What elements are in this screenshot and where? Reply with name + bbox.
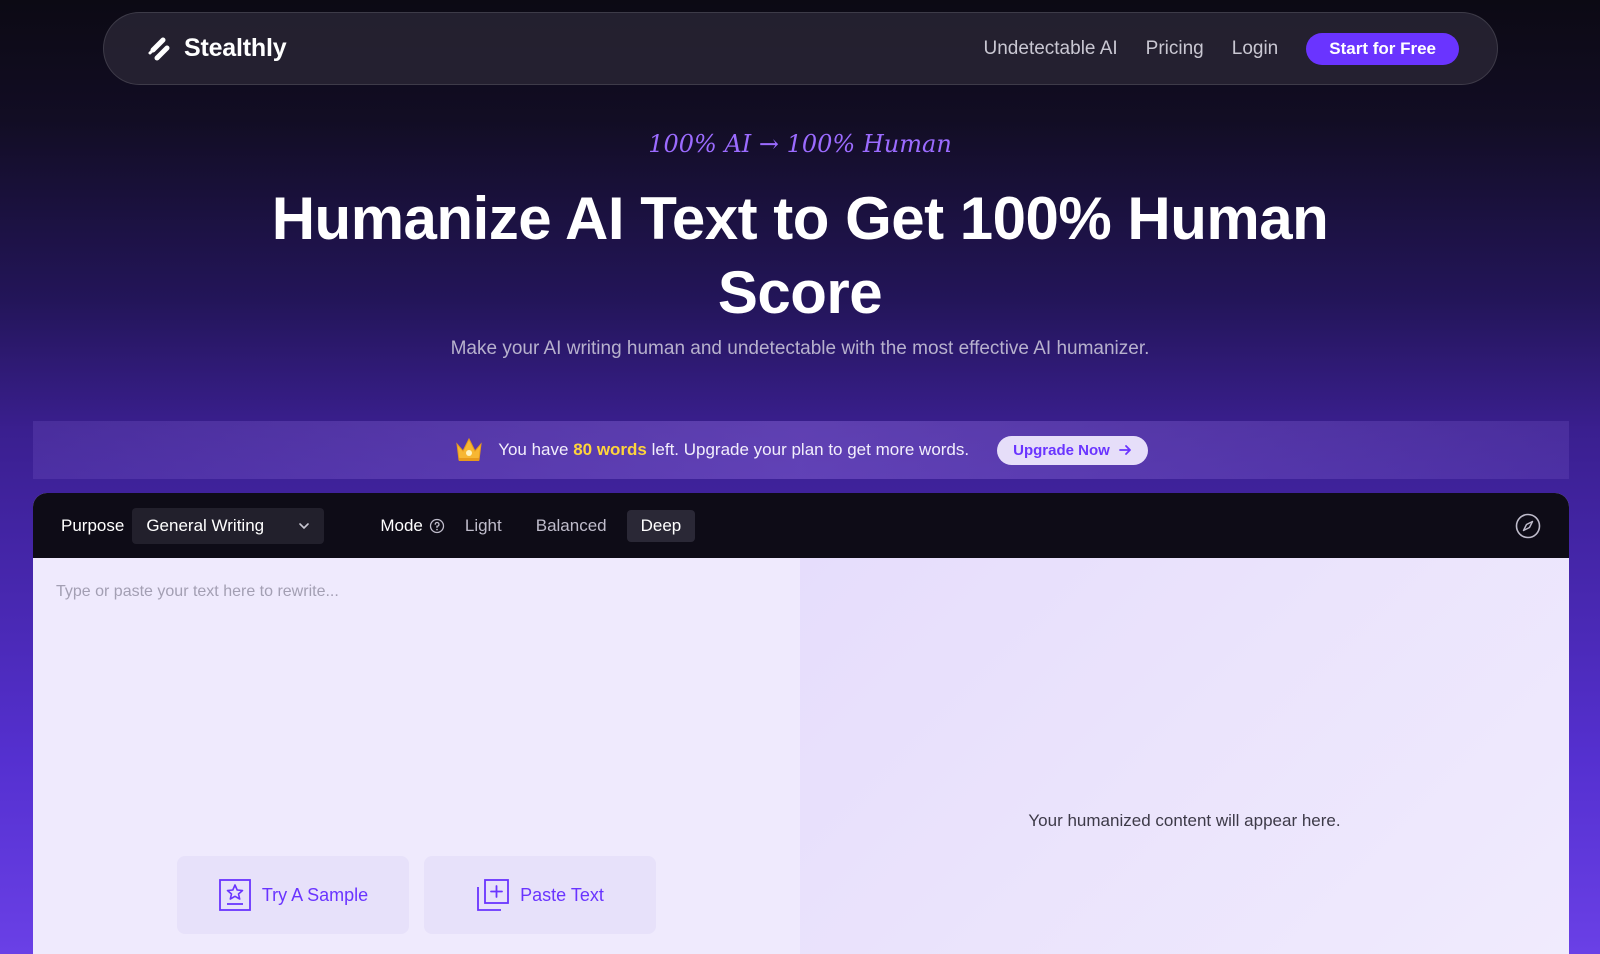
mode-label: Mode — [380, 515, 423, 535]
crown-icon — [456, 437, 482, 461]
hero-eyebrow: 100% AI → 100% Human — [648, 130, 952, 158]
upgrade-now-button[interactable]: Upgrade Now — [997, 435, 1148, 465]
start-for-free-button[interactable]: Start for Free — [1306, 32, 1459, 65]
paste-text-button[interactable]: Paste Text — [424, 856, 656, 934]
purpose-select[interactable]: General Writing — [132, 507, 325, 544]
top-navbar: Stealthly Undetectable AI Pricing Login … — [103, 12, 1498, 85]
arrow-right-icon — [1118, 445, 1131, 455]
input-pane[interactable]: Type or paste your text here to rewrite.… — [33, 558, 800, 954]
purpose-label: Purpose — [61, 515, 125, 535]
star-document-icon — [218, 879, 251, 911]
chevron-down-icon — [299, 522, 310, 529]
input-placeholder: Type or paste your text here to rewrite.… — [56, 583, 339, 600]
banner-text: You have 80 words left. Upgrade your pla… — [498, 440, 969, 460]
editor-panes: Type or paste your text here to rewrite.… — [33, 558, 1569, 954]
nav-link-undetectable-ai[interactable]: Undetectable AI — [984, 38, 1118, 60]
upgrade-now-label: Upgrade Now — [1013, 441, 1110, 459]
brand[interactable]: Stealthly — [144, 33, 287, 65]
nav-link-login[interactable]: Login — [1232, 38, 1279, 60]
purpose-value: General Writing — [146, 515, 265, 535]
try-a-sample-button[interactable]: Try A Sample — [177, 856, 409, 934]
banner-text-before: You have — [498, 440, 574, 459]
mode-balanced[interactable]: Balanced — [522, 510, 621, 542]
mode-deep[interactable]: Deep — [626, 509, 696, 542]
hero-subhead: Make your AI writing human and undetecta… — [450, 338, 1150, 359]
try-a-sample-label: Try A Sample — [261, 884, 369, 905]
brand-name: Stealthly — [184, 34, 287, 62]
help-circle-icon[interactable] — [429, 518, 445, 534]
nav-links: Undetectable AI Pricing Login Start for … — [984, 32, 1459, 65]
output-placeholder: Your humanized content will appear here. — [1028, 811, 1341, 830]
paste-text-label: Paste Text — [520, 884, 604, 905]
words-left-count: 80 words — [573, 440, 647, 459]
word-limit-banner: You have 80 words left. Upgrade your pla… — [33, 421, 1569, 479]
banner-text-after: left. Upgrade your plan to get more word… — [646, 440, 970, 459]
output-pane: Your humanized content will appear here. — [800, 558, 1569, 954]
nav-link-pricing[interactable]: Pricing — [1146, 38, 1204, 60]
mode-light[interactable]: Light — [451, 510, 516, 542]
editor-toolbar: Purpose General Writing Mode Light Balan… — [33, 493, 1569, 558]
paste-plus-icon — [477, 879, 510, 911]
stealthly-logo-icon — [148, 37, 170, 60]
page-title: Humanize AI Text to Get 100% Human Score — [271, 185, 1329, 326]
mode-selector: Mode Light Balanced Deep — [380, 509, 696, 542]
compass-icon[interactable] — [1515, 513, 1541, 539]
humanizer-editor: Purpose General Writing Mode Light Balan… — [33, 493, 1569, 954]
